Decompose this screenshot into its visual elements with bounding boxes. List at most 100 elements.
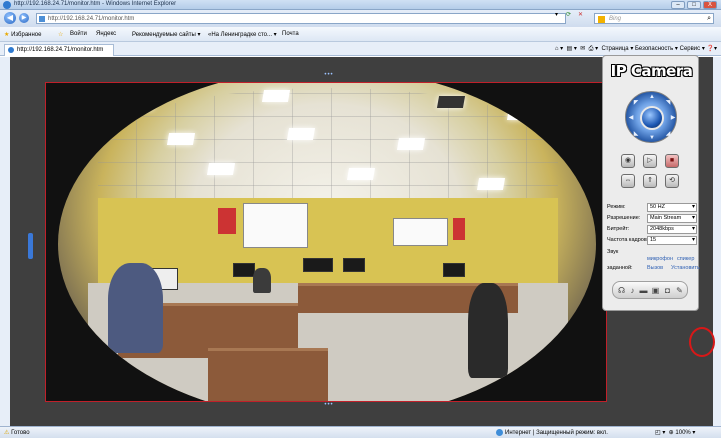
window-controls: – □ X <box>671 1 717 9</box>
forward-icon[interactable]: ▶ <box>19 13 29 23</box>
video-frame[interactable] <box>45 82 607 402</box>
red-poster <box>453 218 465 240</box>
ptz-left-icon[interactable]: ◀ <box>628 114 634 121</box>
warning-icon: ⚠ <box>4 430 10 436</box>
setting-framerate: Частота кадров: 15 <box>607 236 697 246</box>
ptz-up-right-icon[interactable]: ◥ <box>665 99 671 106</box>
favorites-bar: ★ Избранное ☆ Войти Яндекс Рекомендуемые… <box>0 27 721 42</box>
zoom-in-icon[interactable]: ◉ <box>621 154 635 168</box>
fav-item-mail[interactable]: Почта <box>282 31 299 37</box>
fav-item-login[interactable]: Войти <box>70 31 87 37</box>
microphone-icon[interactable]: ♪ <box>628 286 637 295</box>
mail-icon[interactable]: ✉ <box>580 46 585 52</box>
print-icon[interactable]: ⎙ ▾ <box>589 46 598 52</box>
maximize-button[interactable]: □ <box>687 1 701 9</box>
whiteboard <box>393 218 448 246</box>
ptz-up-left-icon[interactable]: ◤ <box>633 99 639 106</box>
minimize-button[interactable]: – <box>671 1 685 9</box>
help-icon[interactable]: ❓▾ <box>707 46 717 52</box>
address-url: http://192.168.24.71/monitor.htm <box>48 16 135 22</box>
search-placeholder: Bing <box>609 16 622 22</box>
tab-monitor[interactable]: http://192.168.24.71/monitor.htm <box>4 44 114 56</box>
flip-horizontal-icon[interactable]: ⇔ <box>621 174 635 188</box>
setting-bitrate-select[interactable]: 2048kbps <box>647 225 697 234</box>
ptz-down-icon[interactable]: ▼ <box>649 135 655 141</box>
panel-title: IP Camera <box>610 62 693 80</box>
setting-framerate-select[interactable]: 15 <box>647 236 697 245</box>
ceiling-light <box>346 168 376 180</box>
left-slider-handle[interactable] <box>28 233 33 259</box>
ptz-right-icon[interactable]: ▶ <box>670 114 676 121</box>
setting-resolution-label: Разрешение: <box>607 215 641 221</box>
highlight-circle <box>689 327 715 357</box>
bottom-grip-icon[interactable]: ••• <box>322 402 336 408</box>
snapshot-icon[interactable]: ▣ <box>651 286 660 295</box>
monitor <box>233 263 255 277</box>
tab-title: http://192.168.24.71/monitor.htm <box>17 47 104 53</box>
top-grip-icon[interactable]: ••• <box>322 72 336 78</box>
favorites-button[interactable]: ★ Избранное <box>4 31 41 38</box>
speaker-link[interactable]: спикер <box>677 256 694 262</box>
window-titlebar: http://192.168.24.71/monitor.htm - Windo… <box>0 0 721 10</box>
person <box>253 268 271 293</box>
preset-set-link[interactable]: Установить <box>671 265 700 271</box>
address-row: ◀ ▶ http://192.168.24.71/monitor.htm ▾ ⟳… <box>0 10 721 27</box>
add-favorite-icon[interactable]: ☆ <box>58 31 63 38</box>
stop-record-icon[interactable]: ■ <box>665 154 679 168</box>
ceiling-light <box>126 98 156 110</box>
address-input[interactable]: http://192.168.24.71/monitor.htm <box>36 13 566 24</box>
ptz-down-left-icon[interactable]: ◣ <box>633 130 639 137</box>
fav-item-yandex[interactable]: Яндекс <box>96 31 116 37</box>
home-icon[interactable]: ⌂ ▾ <box>555 46 563 52</box>
ceiling <box>98 88 558 208</box>
ptz-up-icon[interactable]: ▲ <box>649 94 655 100</box>
ceiling-light <box>206 163 236 175</box>
monitor <box>443 263 465 277</box>
monitor <box>303 258 333 272</box>
setting-mode-label: Режим: <box>607 204 626 210</box>
control-buttons: ◉ ▷ ■ ⇔ ⇑ ⟲ <box>621 154 683 188</box>
status-zoom-value: 100% <box>675 430 691 436</box>
star-icon: ★ <box>4 32 10 38</box>
ptz-center-button[interactable] <box>640 106 664 130</box>
status-zoom[interactable]: ◰ ▾ ⊕ 100% ▾ <box>655 429 695 436</box>
play-icon[interactable]: ▷ <box>643 154 657 168</box>
search-icon[interactable]: ⌕ <box>707 15 711 23</box>
flip-vertical-icon[interactable]: ⇑ <box>643 174 657 188</box>
patrol-icon[interactable]: ⟲ <box>665 174 679 188</box>
status-ready-text: Готово <box>11 430 30 436</box>
red-poster <box>218 208 236 234</box>
setting-mode-select[interactable]: 50 HZ <box>647 203 697 212</box>
ptz-joystick[interactable]: ▲ ▼ ◀ ▶ ◤ ◥ ◣ ◢ <box>625 91 677 143</box>
camera-icon[interactable]: ◘ <box>663 286 672 295</box>
ptz-down-right-icon[interactable]: ◢ <box>665 130 671 137</box>
setting-resolution: Разрешение: Main Stream <box>607 214 697 224</box>
back-icon[interactable]: ◀ <box>4 12 16 24</box>
close-button[interactable]: X <box>703 1 717 9</box>
dropdown-icon[interactable]: ▾ <box>552 12 561 19</box>
record-video-icon[interactable]: ▬ <box>639 286 648 295</box>
window-title: http://192.168.24.71/monitor.htm - Windo… <box>14 1 177 7</box>
settings-wrench-icon[interactable]: ✎ <box>675 286 684 295</box>
feeds-icon[interactable]: ▤ ▾ <box>567 46 577 52</box>
tab-row: http://192.168.24.71/monitor.htm ⌂ ▾ ▤ ▾… <box>0 42 721 56</box>
headphones-icon[interactable]: ☊ <box>617 286 626 295</box>
preset-call-link[interactable]: Вызов <box>647 265 663 271</box>
refresh-icon[interactable]: ⟳ <box>564 12 573 19</box>
fav-item-leningradka[interactable]: «На Ленинградке сто... ▾ <box>208 31 277 38</box>
setting-resolution-select[interactable]: Main Stream <box>647 214 697 223</box>
monitor <box>343 258 365 272</box>
bing-icon <box>598 16 605 23</box>
ceiling-light <box>506 108 536 120</box>
command-menus[interactable]: Страница ▾ Безопасность ▾ Сервис ▾ <box>601 46 704 52</box>
fav-item-recommended[interactable]: Рекомендуемые сайты ▾ <box>132 31 201 38</box>
status-zone: Интернет | Защищенный режим: вкл. <box>496 429 608 436</box>
setting-preset-label: заданной: <box>607 265 633 271</box>
globe-icon <box>496 429 503 436</box>
person <box>468 283 508 378</box>
page-icon <box>39 16 45 22</box>
status-ready: ⚠ Готово <box>4 429 30 436</box>
stop-icon[interactable]: ✕ <box>576 12 585 19</box>
microphone-link[interactable]: микрофон <box>647 256 673 262</box>
search-input[interactable]: Bing ⌕ <box>594 13 714 24</box>
